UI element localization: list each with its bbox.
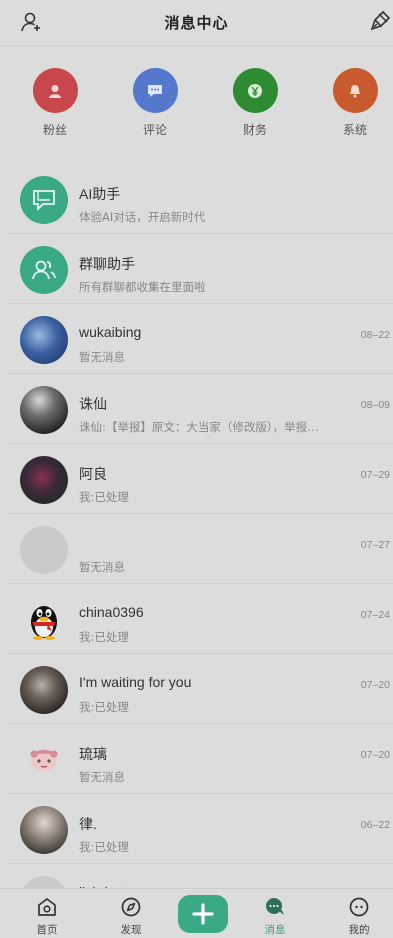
conversation-time: 07–27 — [360, 539, 390, 551]
profile-icon — [349, 897, 369, 917]
conversation-message: 所有群聊都收集在里面啦 — [79, 280, 206, 294]
cartoon-avatar — [20, 736, 68, 784]
category-finance[interactable]: 财务 — [225, 68, 285, 138]
conversation-time: 06–22 — [360, 819, 390, 831]
conversation-row-group-assistant[interactable]: 群聊助手 所有群聊都收集在里面啦 — [0, 234, 393, 304]
conversation-time: 07–20 — [360, 749, 390, 761]
home-icon — [38, 898, 56, 916]
conversation-message: 诛仙:【举报】原文：大当家（修改版），举报原因：抄袭 — [79, 420, 324, 434]
conversation-row-wukaibing[interactable]: wukaibing 暂无消息 08–22 — [0, 304, 393, 374]
conversation-name: china0396 — [79, 604, 144, 620]
photo-avatar — [20, 806, 68, 854]
conversation-time: 07–29 — [360, 469, 390, 481]
conversation-row-unnamed[interactable]: 暂无消息 07–27 — [0, 514, 393, 584]
category-system[interactable]: 系统 — [325, 68, 385, 138]
conversation-row-china0396[interactable]: china0396 我:已处理 07–24 — [0, 584, 393, 654]
category-shortcuts: 粉丝 评论 财务 系统 — [0, 68, 393, 148]
clear-brush-icon[interactable] — [369, 10, 391, 32]
photo-avatar — [20, 456, 68, 504]
conversation-row-liuli[interactable]: 琉璃 暂无消息 07–20 — [0, 724, 393, 794]
conversation-name: wukaibing — [79, 324, 142, 340]
conversation-time: 08–22 — [360, 329, 390, 341]
category-comments[interactable]: 评论 — [125, 68, 185, 138]
tab-profile[interactable]: 我的 — [329, 889, 389, 938]
conversation-time: 07–20 — [360, 679, 390, 691]
conversation-message: 我:已处理 — [79, 840, 129, 854]
comment-icon — [132, 68, 178, 113]
blank-avatar — [20, 526, 68, 574]
conversation-name: 琉璃 — [79, 746, 107, 762]
conversation-row-waiting[interactable]: I'm waiting for you 我:已处理 07–20 — [0, 654, 393, 724]
conversation-message: 我:已处理 — [79, 630, 129, 644]
conversation-name: I'm waiting for you — [79, 674, 192, 690]
message-icon — [266, 898, 284, 915]
conversation-message: 暂无消息 — [79, 770, 125, 784]
conversation-message: 体验AI对话，开启新时代 — [79, 210, 206, 224]
photo-avatar — [20, 386, 68, 434]
conversation-row-ai-assistant[interactable]: AI助手 体验AI对话，开启新时代 — [0, 164, 393, 234]
conversation-message: 暂无消息 — [79, 560, 125, 574]
penguin-avatar — [20, 596, 68, 644]
yen-icon — [232, 68, 278, 113]
conversation-name: 群聊助手 — [79, 256, 135, 272]
tab-messages[interactable]: 消息 — [245, 889, 305, 938]
photo-avatar — [20, 316, 68, 364]
photo-avatar — [20, 666, 68, 714]
group-icon — [20, 246, 68, 294]
conversation-message: 我:已处理 — [79, 490, 129, 504]
tab-home[interactable]: 首页 — [17, 889, 77, 938]
conversation-time: 07–24 — [360, 609, 390, 621]
plus-icon — [192, 903, 214, 925]
conversation-name: 阿良 — [79, 466, 107, 482]
bottom-tab-bar: 首页 发现 消息 我的 — [0, 888, 393, 938]
compass-icon — [121, 897, 141, 917]
bell-icon — [332, 68, 378, 113]
conversation-message: 暂无消息 — [79, 350, 125, 364]
conversation-row-aliang[interactable]: 阿良 我:已处理 07–29 — [0, 444, 393, 514]
user-icon — [32, 68, 78, 113]
conversation-row-lv[interactable]: 律. 我:已处理 06–22 — [0, 794, 393, 864]
page-title: 消息中心 — [164, 14, 229, 32]
conversation-name: 诛仙 — [79, 396, 107, 412]
header-bar: 消息中心 — [0, 0, 393, 46]
tab-discover[interactable]: 发现 — [101, 889, 161, 938]
conversation-message: 我:已处理 — [79, 700, 129, 714]
create-post-button[interactable] — [178, 895, 228, 933]
chat-bubble-icon — [20, 176, 68, 224]
conversation-row-zhuxian[interactable]: 诛仙 诛仙:【举报】原文：大当家（修改版），举报原因：抄袭 08–09 — [0, 374, 393, 444]
conversation-name: 律. — [79, 816, 97, 832]
conversation-name: AI助手 — [79, 186, 121, 202]
conversation-time: 08–09 — [360, 399, 390, 411]
category-fans[interactable]: 粉丝 — [25, 68, 85, 138]
